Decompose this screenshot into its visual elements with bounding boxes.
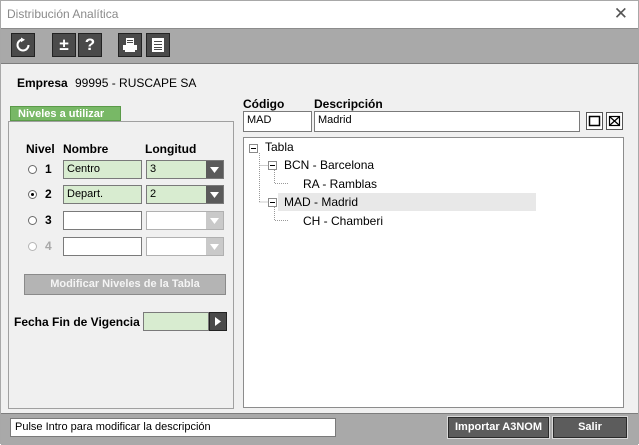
chevron-down-icon[interactable] — [206, 238, 223, 255]
printer-icon — [123, 38, 137, 52]
tree-lines — [259, 153, 288, 221]
help-icon: ? — [84, 35, 96, 54]
nivel-4-length-select[interactable] — [146, 237, 224, 256]
clear-button[interactable] — [606, 112, 623, 130]
nivel-header: Nivel — [26, 142, 55, 156]
fecha-label: Fecha Fin de Vigencia — [14, 315, 140, 329]
empresa-label: Empresa — [17, 76, 68, 90]
importar-a3nom-button[interactable]: Importar A3NOM — [447, 416, 550, 439]
nivel-3-name-input[interactable] — [63, 211, 142, 230]
status-bar: Pulse Intro para modificar la descripció… — [1, 413, 638, 445]
refresh-icon — [16, 37, 30, 52]
empresa-value: 99995 - RUSCAPE SA — [75, 76, 197, 90]
list-icon — [152, 38, 164, 52]
nivel-1-radio[interactable] — [28, 165, 37, 174]
window-title: Distribución Analítica — [7, 7, 119, 21]
list-button[interactable] — [146, 33, 170, 57]
chevron-down-icon[interactable] — [206, 212, 223, 229]
descripcion-input[interactable]: Madrid — [314, 111, 580, 132]
refresh-button[interactable] — [11, 33, 35, 57]
longitud-header: Longitud — [145, 142, 197, 156]
tree-root-collapse-icon[interactable] — [249, 144, 258, 153]
tree-node-ch[interactable]: CH - Chamberi — [303, 214, 383, 228]
plus-minus-icon: ± — [59, 35, 69, 54]
window: Distribución Analítica ✕ ± ? Empresa 999… — [0, 0, 639, 445]
nivel-2-length-value: 2 — [150, 188, 157, 200]
nivel-2-number: 2 — [45, 187, 52, 201]
status-message: Pulse Intro para modificar la descripció… — [10, 418, 336, 437]
title-bar: Distribución Analítica ✕ — [1, 1, 638, 28]
chevron-down-icon[interactable] — [206, 161, 223, 178]
print-button[interactable] — [118, 33, 142, 57]
nivel-3-radio[interactable] — [28, 216, 37, 225]
nivel-1-length-value: 3 — [150, 163, 157, 175]
nivel-4-number: 4 — [45, 239, 52, 253]
nivel-2-radio[interactable] — [28, 190, 37, 199]
codigo-input[interactable]: MAD — [243, 111, 312, 132]
niveles-tab[interactable]: Niveles a utilizar — [10, 106, 121, 121]
maximize-button[interactable] — [586, 112, 603, 130]
codigo-label: Código — [243, 97, 285, 111]
fecha-input[interactable] — [143, 312, 209, 331]
tree-node-ra[interactable]: RA - Ramblas — [303, 177, 377, 191]
tree-node-bcn[interactable]: BCN - Barcelona — [284, 158, 374, 172]
nivel-1-name-input[interactable]: Centro — [63, 160, 142, 179]
tree-node-root[interactable]: Tabla — [265, 140, 294, 154]
nivel-2-length-select[interactable]: 2 — [146, 185, 224, 204]
modificar-niveles-button[interactable]: Modificar Niveles de la Tabla — [24, 274, 226, 295]
nivel-3-number: 3 — [45, 213, 52, 227]
nivel-1-number: 1 — [45, 162, 52, 176]
nivel-4-radio — [28, 242, 37, 251]
chevron-down-icon[interactable] — [206, 186, 223, 203]
nivel-2-name-input[interactable]: Depart. — [63, 185, 142, 204]
tree-view[interactable]: Tabla BCN - Barcelona RA - Ramblas MAD -… — [243, 137, 624, 408]
nivel-4-name-input[interactable] — [63, 237, 142, 256]
tree-node-mad[interactable]: MAD - Madrid — [284, 195, 358, 209]
toolbar: ± ? — [1, 28, 638, 64]
nivel-3-length-select[interactable] — [146, 211, 224, 230]
nombre-header: Nombre — [63, 142, 109, 156]
plus-minus-button[interactable]: ± — [52, 33, 76, 57]
tree-bcn-collapse-icon[interactable] — [268, 161, 277, 170]
descripcion-label: Descripción — [314, 97, 383, 111]
close-icon[interactable]: ✕ — [614, 4, 628, 24]
salir-button[interactable]: Salir — [552, 416, 628, 439]
clear-icon — [608, 115, 621, 127]
tree-mad-collapse-icon[interactable] — [268, 198, 277, 207]
help-button[interactable]: ? — [78, 33, 102, 57]
chevron-right-icon — [215, 317, 221, 326]
fecha-picker-button[interactable] — [209, 312, 227, 331]
square-icon — [588, 115, 601, 127]
nivel-1-length-select[interactable]: 3 — [146, 160, 224, 179]
